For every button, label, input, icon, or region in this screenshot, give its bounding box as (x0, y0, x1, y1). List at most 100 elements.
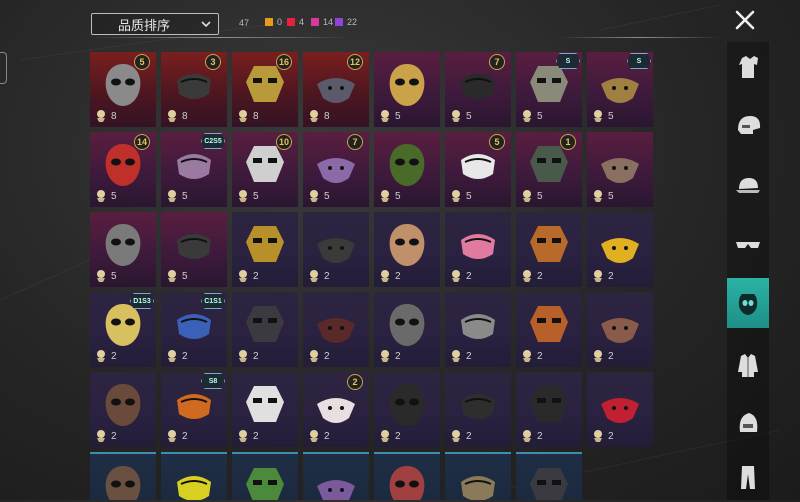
inventory-item-black-face-mask[interactable]: 2 (445, 372, 511, 447)
item-cost: 2 (94, 429, 117, 443)
inventory-item-white-respirator[interactable]: 10 5 (232, 132, 298, 207)
inventory-item-brown-face-mask[interactable]: 2 (587, 292, 653, 367)
mask-icon (177, 234, 211, 259)
inventory-item-flame-bandana[interactable]: S8 2 (161, 372, 227, 447)
season-badge: S (556, 53, 580, 69)
item-count: 2 (111, 430, 117, 442)
item-cost: 2 (378, 349, 401, 363)
currency-icon (452, 110, 460, 122)
item-cost: 5 (378, 109, 401, 123)
inventory-item-orange-goggle-mask[interactable]: 2 (516, 212, 582, 287)
item-count: 2 (608, 270, 614, 282)
sidebar-item-cap[interactable] (727, 160, 769, 210)
level-badge: 7 (347, 134, 363, 150)
inventory-item-knight-visor-mask[interactable]: 12 8 (303, 52, 369, 127)
sidebar-item-jacket[interactable] (727, 340, 769, 390)
inventory-item-gorilla-mask[interactable]: 38 (161, 52, 227, 127)
inventory-item-black-cloth-mask[interactable]: 2 (232, 292, 298, 367)
sidebar-item-glasses[interactable] (727, 220, 769, 270)
mask-icon (461, 394, 495, 419)
item-count: 2 (395, 430, 401, 442)
item-count: 5 (182, 270, 188, 282)
inventory-item-duck-mask[interactable]: 5 (374, 52, 440, 127)
inventory-item-silver-hood-mask[interactable]: 2 (445, 292, 511, 367)
inventory-item-black-wrap-mask[interactable]: 5 (161, 212, 227, 287)
currency-icon (523, 430, 531, 442)
inventory-item-blue-bandana[interactable]: C1S1 2 (161, 292, 227, 367)
currency-icon (523, 190, 531, 202)
mask-icon (389, 144, 425, 186)
inventory-item-teeth-bandana[interactable]: 2 (232, 372, 298, 447)
inventory-item-brown-bandana[interactable]: 2 (90, 372, 156, 447)
item-count: 2 (537, 350, 543, 362)
inventory-item-beast-skull-mask[interactable]: 5 (587, 132, 653, 207)
close-icon[interactable] (732, 7, 758, 33)
item-count: 8 (111, 110, 117, 122)
currency-icon (239, 350, 247, 362)
inventory-item-black-half-mask[interactable]: 2 (303, 212, 369, 287)
item-count: 2 (324, 350, 330, 362)
inventory-item-purple-domino-mask[interactable] (303, 452, 369, 500)
inventory-item-gas-mask-wheat[interactable]: S5 (516, 52, 582, 127)
inventory-item-clown-mask[interactable]: 22 (303, 372, 369, 447)
inventory-item-black-red-mask[interactable]: 2 (303, 292, 369, 367)
inventory-item-clover-bandana[interactable]: D1S3 2 (90, 292, 156, 367)
currency-icon (97, 110, 105, 122)
item-cost: 5 (449, 189, 472, 203)
season-badge: C2S5 (201, 133, 225, 149)
item-cost: 2 (165, 429, 188, 443)
inventory-item-clown-mask-red[interactable]: 55 (445, 132, 511, 207)
rarity-swatch (335, 18, 343, 26)
inventory-item-orange-wrap-mask[interactable]: 2 (516, 292, 582, 367)
inventory-item-green-mesh-mask[interactable] (232, 452, 298, 500)
inventory-item-gold-tribal-mask[interactable]: S5 (587, 52, 653, 127)
level-badge: 1 (560, 134, 576, 150)
inventory-item-plague-doctor-mask[interactable]: 58 (90, 52, 156, 127)
item-count: 2 (324, 430, 330, 442)
inventory-item-grey-hood-mask[interactable]: 2 (374, 292, 440, 367)
inventory-item-tan-mask[interactable] (445, 452, 511, 500)
level-badge: 5 (489, 134, 505, 150)
inventory-item-gas-mask-green[interactable]: 15 (516, 132, 582, 207)
mask-icon (177, 476, 211, 500)
inventory-item-black-skull-mask[interactable]: 2 (374, 372, 440, 447)
inventory-item-purple-gold-mask[interactable]: 75 (303, 132, 369, 207)
item-cost: 5 (236, 189, 259, 203)
inventory-item-black-bandana[interactable]: 2 (516, 372, 582, 447)
inventory-item-pink-pig-mask[interactable]: 2 (445, 212, 511, 287)
item-count: 5 (111, 270, 117, 282)
level-badge: 16 (276, 54, 292, 70)
currency-icon (168, 110, 176, 122)
sidebar-item-helmet[interactable] (727, 100, 769, 150)
inventory-item-gold-skull-mask[interactable]: 16 8 (232, 52, 298, 127)
inventory-item-red-domino-mask[interactable] (374, 452, 440, 500)
inventory-item-oni-red-mask[interactable]: 14 5 (90, 132, 156, 207)
inventory-item-dark-visor[interactable]: 75 (445, 52, 511, 127)
inventory-item-red-scarf[interactable]: 2 (587, 372, 653, 447)
inventory-item-green-hood-mask[interactable]: 5 (374, 132, 440, 207)
item-cost: 2 (307, 349, 330, 363)
item-cost: 5 (591, 109, 614, 123)
item-cost: 8 (236, 109, 259, 123)
inventory-item-mammoth-mask[interactable]: 2 (374, 212, 440, 287)
currency-icon (239, 110, 247, 122)
currency-icon (239, 430, 247, 442)
sidebar-item-outfit[interactable] (727, 42, 769, 92)
sidebar-item-tactical-helmet[interactable] (727, 398, 769, 448)
inventory-item-dark-mask[interactable] (516, 452, 582, 500)
inventory-item-brown-cap-mask[interactable] (90, 452, 156, 500)
mask-icon (530, 306, 568, 342)
inventory-item-yellow-mesh-mask[interactable] (161, 452, 227, 500)
left-edge-tab[interactable] (0, 52, 7, 84)
sidebar-item-mask[interactable] (727, 278, 769, 328)
item-count: 8 (182, 110, 188, 122)
sidebar-item-pants[interactable] (727, 452, 769, 502)
inventory-item-robot-yellow-mask[interactable]: 2 (587, 212, 653, 287)
inventory-item-grey-skull-mask[interactable]: 5 (90, 212, 156, 287)
currency-icon (97, 430, 105, 442)
mask-icon (105, 384, 141, 426)
inventory-item-bandana-neon[interactable]: C2S5 5 (161, 132, 227, 207)
item-cost: 5 (591, 189, 614, 203)
inventory-item-gold-mask[interactable]: 2 (232, 212, 298, 287)
sort-dropdown[interactable]: 品质排序 (91, 13, 219, 35)
